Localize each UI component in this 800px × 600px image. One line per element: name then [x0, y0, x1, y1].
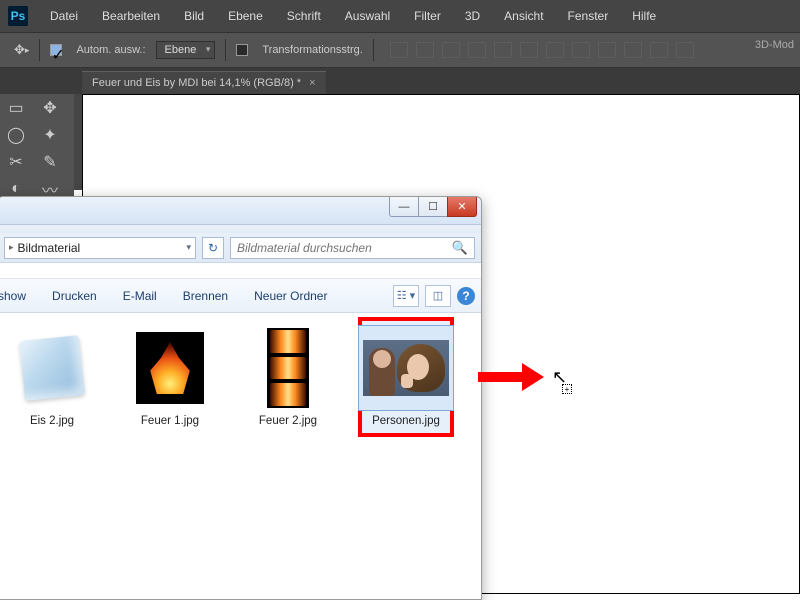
file-item[interactable]: Feuer 1.jpg [122, 325, 218, 427]
explorer-window: — ☐ ✕ ▸ Bildmaterial ▾ ↻ 🔍 Diashow Druck… [0, 196, 482, 600]
menu-datei[interactable]: Datei [38, 3, 90, 29]
file-name: Eis 2.jpg [30, 415, 74, 427]
align-icon[interactable] [390, 42, 408, 58]
maximize-button[interactable]: ☐ [418, 197, 448, 217]
align-icon[interactable] [520, 42, 538, 58]
align-icons [390, 42, 694, 58]
breadcrumb-folder: Bildmaterial [18, 241, 81, 255]
file-name: Feuer 2.jpg [259, 415, 317, 427]
file-item-selected[interactable]: Personen.jpg [358, 317, 454, 437]
explorer-toolbar: Diashow Drucken E-Mail Brennen Neuer Ord… [0, 279, 481, 313]
diashow-button[interactable]: Diashow [0, 284, 38, 308]
menu-bearbeiten[interactable]: Bearbeiten [90, 3, 172, 29]
tab-title: Feuer und Eis by MDI bei 14,1% (RGB/8) * [92, 77, 301, 89]
lasso-tool-icon[interactable]: ◯ [4, 125, 28, 145]
distribute-icon[interactable] [650, 42, 668, 58]
chevron-right-icon: ▸ [9, 242, 14, 253]
search-icon[interactable]: 🔍 [452, 240, 468, 256]
ps-tool-panel: ▭ ✥ ◯ ✦ ✂ ✎ ◐ 〰 [0, 94, 74, 204]
explorer-titlebar[interactable]: — ☐ ✕ [0, 197, 481, 225]
menu-filter[interactable]: Filter [402, 3, 453, 29]
file-name: Personen.jpg [372, 415, 440, 427]
email-button[interactable]: E-Mail [111, 284, 169, 308]
menu-bild[interactable]: Bild [172, 3, 216, 29]
refresh-button[interactable]: ↻ [202, 237, 224, 259]
distribute-icon[interactable] [572, 42, 590, 58]
distribute-icon[interactable] [624, 42, 642, 58]
ps-tabbar: Feuer und Eis by MDI bei 14,1% (RGB/8) *… [0, 68, 800, 94]
align-icon[interactable] [416, 42, 434, 58]
transform-label: Transformationsstrg. [262, 44, 362, 56]
burn-button[interactable]: Brennen [171, 284, 240, 308]
transform-checkbox[interactable] [236, 44, 248, 56]
file-name: Feuer 1.jpg [141, 415, 199, 427]
auto-select-checkbox[interactable]: ✓ [50, 44, 62, 56]
thumbnail-fire [136, 332, 204, 404]
drag-arrow-annotation [478, 363, 544, 391]
tab-close-icon[interactable]: × [309, 77, 315, 89]
close-button[interactable]: ✕ [447, 197, 477, 217]
align-icon[interactable] [442, 42, 460, 58]
minimize-button[interactable]: — [389, 197, 419, 217]
distribute-icon[interactable] [598, 42, 616, 58]
ps-menubar: Ps Datei Bearbeiten Bild Ebene Schrift A… [0, 0, 800, 32]
photoshop-window: Ps Datei Bearbeiten Bild Ebene Schrift A… [0, 0, 800, 190]
file-list[interactable]: Eis 2.jpg Feuer 1.jpg Feuer 2.jpg Person… [0, 313, 481, 599]
menu-ebene[interactable]: Ebene [216, 3, 275, 29]
eyedropper-tool-icon[interactable]: ✎ [38, 152, 62, 172]
chevron-down-icon[interactable]: ▾ [186, 242, 191, 253]
crop-tool-icon[interactable]: ✂ [4, 152, 28, 172]
document-tab[interactable]: Feuer und Eis by MDI bei 14,1% (RGB/8) *… [82, 71, 326, 94]
file-item[interactable]: Eis 2.jpg [4, 325, 100, 427]
thumbnail-ice [19, 335, 85, 401]
distribute-icon[interactable] [546, 42, 564, 58]
print-button[interactable]: Drucken [40, 284, 109, 308]
view-mode-button[interactable]: ☷ ▾ [393, 285, 419, 307]
move-tool-icon[interactable]: ✥ [38, 98, 62, 118]
auto-select-label: Autom. ausw.: [76, 44, 145, 56]
ps-logo-icon: Ps [8, 6, 28, 26]
menu-3d[interactable]: 3D [453, 3, 492, 29]
thumbnail-persons [363, 340, 449, 396]
wand-tool-icon[interactable]: ✦ [38, 125, 62, 145]
menu-hilfe[interactable]: Hilfe [620, 3, 668, 29]
marquee-tool-icon[interactable]: ▭ [4, 98, 28, 118]
file-item[interactable]: Feuer 2.jpg [240, 325, 336, 427]
search-box[interactable]: 🔍 [230, 237, 475, 259]
search-input[interactable] [237, 241, 452, 255]
layer-dropdown[interactable]: Ebene [156, 41, 216, 59]
preview-pane-button[interactable]: ◫ [425, 285, 451, 307]
address-bar-row: ▸ Bildmaterial ▾ ↻ 🔍 [0, 233, 481, 263]
ps-options-bar: ✥▸ ✓ Autom. ausw.: Ebene Transformations… [0, 32, 800, 68]
cursor-copy-icon: + [562, 384, 572, 394]
thumbnail-fire [267, 328, 309, 408]
new-folder-button[interactable]: Neuer Ordner [242, 284, 339, 308]
mode-3d-label[interactable]: 3D-Mod [755, 39, 794, 51]
help-icon[interactable]: ? [457, 287, 475, 305]
align-icon[interactable] [494, 42, 512, 58]
menu-auswahl[interactable]: Auswahl [333, 3, 402, 29]
distribute-icon[interactable] [676, 42, 694, 58]
menu-fenster[interactable]: Fenster [556, 3, 621, 29]
move-tool-icon[interactable]: ✥▸ [14, 42, 29, 58]
menu-schrift[interactable]: Schrift [275, 3, 333, 29]
align-icon[interactable] [468, 42, 486, 58]
menu-ansicht[interactable]: Ansicht [492, 3, 555, 29]
breadcrumb[interactable]: ▸ Bildmaterial ▾ [4, 237, 196, 259]
